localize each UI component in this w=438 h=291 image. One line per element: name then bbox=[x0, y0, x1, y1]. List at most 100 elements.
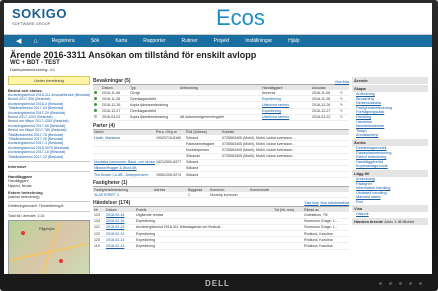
cell: Rhdlund, Karolina bbox=[303, 242, 349, 250]
check-icon[interactable] bbox=[94, 90, 97, 94]
table-row[interactable]: 2016-03-01 Kopia tjänsteanteckning Att d… bbox=[93, 114, 349, 121]
nav-rapporter[interactable]: Rapporter bbox=[135, 38, 173, 44]
status-button[interactable]: Under beredning bbox=[8, 76, 90, 85]
case-info: Diarieplanbeteckning: 4:1 bbox=[10, 67, 56, 72]
app-title: Ecos bbox=[216, 5, 265, 30]
status-line[interactable]: Tillståndsbeslut 2017-22 (Beslutat) bbox=[8, 155, 90, 159]
cell-link[interactable]: 2018-02-13 bbox=[105, 242, 135, 250]
monitor-button-icon[interactable] bbox=[409, 282, 412, 285]
back-arrow-icon[interactable]: ◀ bbox=[10, 37, 27, 45]
extern-value: (saknar beteckning) bbox=[8, 194, 40, 199]
andra-heading: Ändra bbox=[352, 138, 428, 146]
cell: Norrköp kommun bbox=[209, 192, 249, 199]
logo-subtitle: SOFTWARE GROUP bbox=[12, 21, 51, 26]
cell: 119 bbox=[93, 242, 105, 250]
main-panel: Bevakningar (5) Visa lista Datum Typ Ant… bbox=[93, 76, 349, 274]
handelser-header: Händelser (174) Visa lista Visa händelse… bbox=[93, 200, 349, 208]
handelser-title: Händelser (174) bbox=[93, 200, 131, 207]
parter-title: Parter (4) bbox=[93, 122, 115, 129]
parter-table: Namn Pers.-/Org.nr Roll (Adress) Kontakt… bbox=[93, 129, 349, 179]
nav-registrera[interactable]: Registrera bbox=[44, 38, 83, 44]
hantera-heading: Hantera ärende Arkiv 1 till tilbelst bbox=[352, 218, 428, 226]
monitor-button-icon[interactable] bbox=[399, 282, 402, 285]
main-nav: ◀ ⌂ Registrera Sök Karta Rapporter Rutin… bbox=[4, 35, 432, 47]
cell-link[interactable]: SLAKTERIET 4 bbox=[93, 192, 153, 199]
check-icon[interactable] bbox=[94, 115, 97, 119]
cell: Kopia tjänsteanteckning bbox=[129, 114, 179, 121]
table-row[interactable]: SLAKTERIET 4 1 Norrköp kommun bbox=[93, 192, 349, 199]
cell: Att dokumentgenereringsfel bbox=[179, 114, 261, 121]
cell-link[interactable]: Utskrivna rammo bbox=[261, 114, 311, 121]
nav-installningar[interactable]: Inställningar bbox=[237, 38, 280, 44]
screen: SOKIGO SOFTWARE GROUP Ecos ◀ ⌂ Registrer… bbox=[4, 3, 432, 274]
cell bbox=[249, 192, 349, 199]
map-label: Fågelsjön bbox=[39, 227, 55, 232]
monitor-button-icon[interactable] bbox=[379, 282, 382, 285]
dell-logo: DELL bbox=[205, 279, 230, 288]
check-icon[interactable] bbox=[94, 96, 97, 100]
home-icon[interactable]: ⌂ bbox=[27, 38, 43, 45]
header-bar: SOKIGO SOFTWARE GROUP Ecos bbox=[4, 3, 432, 35]
skapa-heading: Skapa bbox=[352, 85, 428, 92]
case-subtitle: WC + BDT - TEST bbox=[10, 60, 60, 66]
table-row[interactable]: 119 2018-02-13 Expediering Rhdlund, Karolin… bbox=[93, 242, 349, 250]
fastigheter-title: Fastigheter (1) bbox=[93, 180, 128, 187]
fastigheter-header: Fastigheter (1) bbox=[93, 180, 349, 188]
skapa-item[interactable]: Anmälan/bryt bbox=[352, 133, 428, 138]
arende-heading: Ärende bbox=[352, 77, 428, 84]
right-panel: Ärende Skapa Anteckning Bevakning Delbes… bbox=[352, 76, 428, 274]
intern-label: Intern/avr bbox=[8, 164, 27, 170]
visa-item[interactable]: Historik bbox=[352, 212, 428, 217]
sokigo-logo: SOKIGO bbox=[12, 6, 68, 21]
case-title: Ärende 2016-3311 Ansökan om tillstånd fö… bbox=[10, 50, 257, 60]
divider bbox=[8, 161, 90, 163]
handelser-table: Nr Datum Rubrik Tid (hh: mm) Riktad av 1… bbox=[93, 207, 349, 250]
handelser-eventlist-link[interactable]: Visa händelselista bbox=[320, 201, 349, 205]
lagg-till-heading: Lägg till bbox=[352, 169, 428, 177]
map-pin-icon bbox=[21, 231, 25, 236]
nav-sok[interactable]: Sök bbox=[83, 38, 108, 44]
bevakningar-header: Bevakningar (5) Visa lista bbox=[93, 78, 349, 85]
visa-heading: Visa bbox=[352, 205, 428, 213]
left-panel: Under beredning Beslut och status: Avvis… bbox=[8, 76, 90, 274]
bevakningar-table: Datum Typ Anteckning Handläggare Avsluta… bbox=[93, 85, 349, 121]
nav-projekt[interactable]: Projekt bbox=[206, 38, 238, 44]
bevakningar-list-link[interactable]: Visa lista bbox=[335, 80, 349, 84]
divider bbox=[8, 171, 90, 173]
check-icon[interactable] bbox=[94, 109, 97, 113]
monitor-bezel: SOKIGO SOFTWARE GROUP Ecos ◀ ⌂ Registrer… bbox=[0, 0, 438, 291]
handlaggare-value: Nyqvist, Niclas bbox=[8, 183, 32, 188]
debitering-label: Debiteringsmodell: Timdebitering/ä bbox=[8, 204, 64, 209]
map-pin-icon bbox=[59, 259, 63, 264]
power-button-icon[interactable] bbox=[419, 282, 422, 285]
cell-link[interactable]: The Brown Co AB - Antreprenören bbox=[93, 171, 155, 179]
content-columns: Under beredning Beslut och status: Avvis… bbox=[8, 76, 428, 274]
cell bbox=[273, 242, 303, 250]
nav-karta[interactable]: Karta bbox=[107, 38, 135, 44]
monitor-button-icon[interactable] bbox=[389, 282, 392, 285]
cell bbox=[221, 171, 349, 179]
cell: 1 bbox=[187, 192, 209, 199]
edit-icon[interactable]: ✎ bbox=[339, 114, 349, 121]
cell: 2016-03-01 bbox=[101, 114, 129, 121]
divider bbox=[8, 210, 90, 212]
table-row[interactable]: The Brown Co AB - Antreprenören 19551206-… bbox=[93, 171, 349, 179]
cell: Expediering bbox=[135, 242, 273, 250]
lagg-till-item[interactable]: Part bbox=[352, 200, 428, 205]
cell: 2016-03-22 bbox=[311, 114, 339, 121]
check-icon[interactable] bbox=[94, 102, 97, 106]
property-map[interactable]: Fågelsjön bbox=[8, 220, 90, 274]
nav-rutiner[interactable]: Rutiner bbox=[174, 38, 206, 44]
monitor-buttons bbox=[379, 282, 422, 285]
cell: Sökand bbox=[185, 171, 221, 179]
cell bbox=[153, 192, 187, 199]
handelser-list-link[interactable]: Visa lista bbox=[304, 201, 318, 205]
bevakningar-title: Bevakningar (5) bbox=[93, 78, 131, 84]
andra-item[interactable]: Kopiera/säga kode bbox=[352, 164, 428, 169]
parter-header: Parter (4) bbox=[93, 123, 349, 130]
hantera-value[interactable]: Arkiv 1 till tilbelst bbox=[384, 219, 414, 224]
total-time: Total tid i ärendet: 1:15 bbox=[8, 213, 45, 218]
nav-hjalp[interactable]: Hjälp bbox=[280, 38, 307, 44]
case-header: Ärende 2016-3311 Ansökan om tillstånd fö… bbox=[4, 47, 432, 72]
fastigheter-table: Fastighetsbeteckning Adress Byggnad Komm… bbox=[93, 187, 349, 199]
